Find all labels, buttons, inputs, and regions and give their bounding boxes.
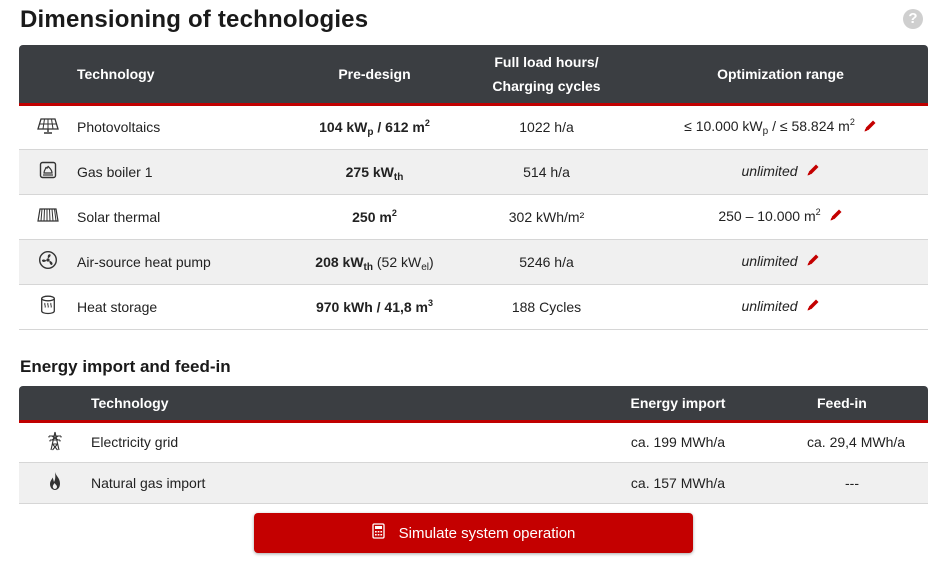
- pre-design-main: 275 kW: [345, 163, 394, 180]
- table-row-heat-pump[interactable]: Air-source heat pump 208 kWth (52 kWel) …: [19, 239, 928, 285]
- technology-name: Heat storage: [77, 284, 289, 330]
- gas-boiler-icon: [39, 161, 57, 182]
- icon-column-header: [19, 45, 77, 106]
- pre-design-value: 250 m2: [289, 194, 460, 240]
- pre-design-main: 250 m: [352, 208, 392, 225]
- technology-name: Electricity grid: [91, 421, 429, 463]
- optimization-unlimited: unlimited: [741, 297, 798, 314]
- technology-name: Natural gas import: [91, 462, 429, 504]
- full-load-column-header: Full load hours/Charging cycles: [460, 45, 633, 106]
- pre-design-area: / 612 m: [373, 119, 425, 135]
- flame-icon: [48, 471, 62, 494]
- page-title: Dimensioning of technologies: [20, 6, 369, 33]
- pre-design-superscript: 2: [424, 118, 430, 128]
- solar-thermal-collector-icon: [37, 207, 59, 226]
- edit-pencil-icon[interactable]: [806, 298, 820, 315]
- edit-pencil-icon[interactable]: [829, 208, 843, 225]
- row-icon-cell: [19, 284, 77, 330]
- pre-design-main: 208 kW: [315, 253, 364, 270]
- energy-import-value: ca. 157 MWh/a: [429, 462, 767, 504]
- table-row-heat-storage[interactable]: Heat storage 970 kWh / 41,8 m3 188 Cycle…: [19, 284, 928, 330]
- optimization-area: / ≤ 58.824 m: [768, 118, 850, 135]
- pre-design-main: 104 kW: [319, 119, 368, 135]
- row-icon-cell: [19, 239, 77, 285]
- optimization-range-cell: unlimited: [633, 149, 928, 195]
- table-row-solar-thermal[interactable]: Solar thermal 250 m2 302 kWh/m² 250 – 10…: [19, 194, 928, 240]
- pre-design-value: 208 kWth (52 kWel): [289, 239, 460, 285]
- power-pylon-icon: [47, 431, 63, 454]
- technology-column-header: Technology: [91, 386, 429, 423]
- icon-column-header: [19, 386, 91, 423]
- simulate-button-label: Simulate system operation: [398, 524, 576, 542]
- pre-design-subscript: th: [363, 261, 373, 273]
- optimization-range-cell: unlimited: [633, 284, 928, 330]
- feed-in-value: ca. 29,4 MWh/a: [767, 421, 928, 463]
- pre-design-superscript: 3: [428, 297, 434, 308]
- full-load-value: 302 kWh/m²: [460, 194, 633, 240]
- full-load-value: 514 h/a: [460, 149, 633, 195]
- pre-design-value: 970 kWh / 41,8 m3: [289, 284, 460, 330]
- feed-in-column-header: Feed-in: [767, 386, 928, 423]
- pre-design-column-header: Pre-design: [289, 45, 460, 106]
- full-load-header-line1: Full load hours/: [494, 53, 599, 70]
- technology-name: Solar thermal: [77, 194, 289, 240]
- optimization-unlimited: unlimited: [741, 162, 798, 179]
- technology-name: Photovoltaics: [77, 104, 289, 150]
- optimization-range-cell: ≤ 10.000 kWp / ≤ 58.824 m2: [633, 104, 928, 150]
- full-load-value: 5246 h/a: [460, 239, 633, 285]
- optimization-unlimited: unlimited: [741, 252, 798, 269]
- optimization-superscript: 2: [815, 206, 821, 217]
- pre-design-close: ): [429, 253, 434, 270]
- pre-design-subscript: th: [393, 171, 404, 183]
- technology-column-header: Technology: [77, 45, 289, 106]
- solar-panel-icon: [37, 117, 59, 137]
- optimization-superscript: 2: [849, 117, 855, 128]
- simulate-system-button[interactable]: Simulate system operation: [254, 513, 693, 553]
- help-icon[interactable]: ?: [903, 9, 923, 29]
- calculator-icon: [371, 523, 385, 543]
- optimization-range-cell: 250 – 10.000 m2: [633, 194, 928, 240]
- energy-import-table: Technology Energy import Feed-in Electri…: [19, 386, 928, 504]
- table-row-electricity-grid: Electricity grid ca. 199 MWh/a ca. 29,4 …: [19, 421, 928, 463]
- edit-pencil-icon[interactable]: [806, 253, 820, 270]
- row-icon-cell: [19, 462, 91, 504]
- table-row-natural-gas: Natural gas import ca. 157 MWh/a ---: [19, 462, 928, 504]
- pre-design-electric: (52 kW: [373, 253, 422, 270]
- full-load-value: 188 Cycles: [460, 284, 633, 330]
- heat-pump-fan-icon: [38, 250, 58, 273]
- row-icon-cell: [19, 149, 77, 195]
- row-icon-cell: [19, 421, 91, 463]
- full-load-value: 1022 h/a: [460, 104, 633, 150]
- optimization-area: 250 – 10.000 m: [718, 207, 816, 224]
- edit-pencil-icon[interactable]: [863, 119, 877, 136]
- energy-import-column-header: Energy import: [429, 386, 767, 423]
- energy-import-value: ca. 199 MWh/a: [429, 421, 767, 463]
- pre-design-electric-subscript: el: [421, 261, 430, 273]
- table-row-photovoltaics[interactable]: Photovoltaics 104 kWp / 612 m2 1022 h/a …: [19, 104, 928, 150]
- optimization-range-cell: unlimited: [633, 239, 928, 285]
- heat-storage-tank-icon: [40, 295, 56, 318]
- table-row-gas-boiler[interactable]: Gas boiler 1 275 kWth 514 h/a unlimited: [19, 149, 928, 195]
- table-header-row: Technology Pre-design Full load hours/Ch…: [19, 45, 928, 106]
- pre-design-value: 275 kWth: [289, 149, 460, 195]
- pre-design-superscript: 2: [391, 207, 397, 218]
- optimization-column-header: Optimization range: [633, 45, 928, 106]
- pre-design-value: 104 kWp / 612 m2: [289, 104, 460, 150]
- technology-name: Air-source heat pump: [77, 239, 289, 285]
- optimization-power: ≤ 10.000 kW: [684, 118, 763, 135]
- row-icon-cell: [19, 104, 77, 150]
- edit-pencil-icon[interactable]: [806, 163, 820, 180]
- table-header-row: Technology Energy import Feed-in: [19, 386, 928, 423]
- technology-name: Gas boiler 1: [77, 149, 289, 195]
- technologies-table: Technology Pre-design Full load hours/Ch…: [19, 45, 928, 330]
- row-icon-cell: [19, 194, 77, 240]
- full-load-header-line2: Charging cycles: [492, 77, 601, 94]
- energy-section-title: Energy import and feed-in: [20, 357, 231, 376]
- feed-in-value: ---: [767, 462, 928, 504]
- pre-design-main: 970 kWh / 41,8 m: [315, 298, 429, 315]
